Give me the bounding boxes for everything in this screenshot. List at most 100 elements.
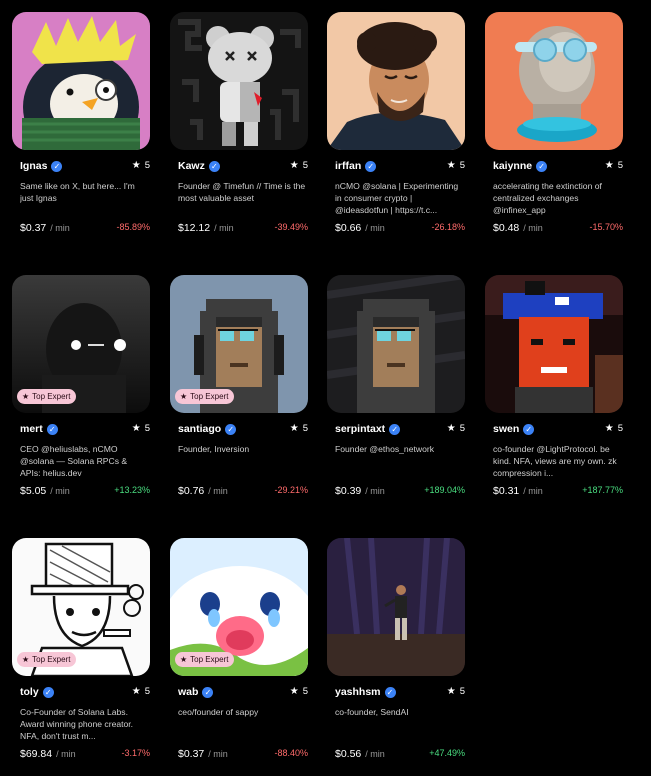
verified-icon: ✓ <box>208 160 220 172</box>
pixel-orca-hat-avatar-icon <box>485 275 623 413</box>
creator-name[interactable]: wab ✓ <box>178 686 214 698</box>
creator-name[interactable]: serpintaxt ✓ <box>335 423 401 435</box>
creator-bio: nCMO @solana | Experimenting in consumer… <box>335 181 459 215</box>
creator-name[interactable]: kaiynne ✓ <box>493 160 548 172</box>
creator-avatar[interactable] <box>485 12 623 150</box>
verified-icon: ✓ <box>202 686 214 698</box>
creator-card[interactable]: Ignas ✓ ★ 5 Same like on X, but here... … <box>0 0 150 250</box>
creator-name[interactable]: swen ✓ <box>493 423 535 435</box>
star-icon: ★ <box>289 423 299 434</box>
creator-card[interactable]: ★ Top Expert wab ✓ ★ 5 ceo/founder of sa… <box>158 526 308 776</box>
creator-bio: accelerating the extinction of centraliz… <box>493 181 602 215</box>
creator-price: $12.12/ min <box>178 222 234 234</box>
creator-name[interactable]: toly ✓ <box>20 686 54 698</box>
star-icon: ★ <box>446 423 456 434</box>
verified-icon: ✓ <box>389 423 401 435</box>
creator-card[interactable]: ★ Top Expert mert ✓ ★ 5 CEO @heliuslabs,… <box>0 263 150 513</box>
penguin-avatar-icon <box>12 12 150 150</box>
price-change: -26.18% <box>431 222 465 232</box>
creator-bio: Founder, Inversion <box>178 444 250 454</box>
star-icon: ★ <box>131 686 141 697</box>
creator-avatar[interactable] <box>327 12 465 150</box>
creator-bio: co-founder, SendAI <box>335 707 409 717</box>
creator-rating: ★ 5 <box>131 686 150 697</box>
star-icon: ★ <box>604 160 614 171</box>
creator-price: $0.76/ min <box>178 485 228 497</box>
star-icon: ★ <box>604 423 614 434</box>
creator-name[interactable]: Ignas ✓ <box>20 160 63 172</box>
creator-card[interactable]: ★ Top Expert toly ✓ ★ 5 Co-Founder of So… <box>0 526 150 776</box>
creator-avatar[interactable] <box>170 12 308 150</box>
creator-bio: Co-Founder of Solana Labs. Award winning… <box>20 707 134 741</box>
creator-rating: ★ 5 <box>446 686 465 697</box>
verified-icon: ✓ <box>523 423 535 435</box>
creator-rating: ★ 5 <box>446 423 465 434</box>
creator-bio: Founder @ Timefun // Time is the most va… <box>178 181 306 203</box>
verified-icon: ✓ <box>384 686 396 698</box>
illustrated-man-avatar-icon <box>327 12 465 150</box>
price-change: +47.49% <box>429 748 465 758</box>
creator-grid: Ignas ✓ ★ 5 Same like on X, but here... … <box>0 0 651 773</box>
creator-price: $0.37/ min <box>20 222 70 234</box>
creator-name[interactable]: irffan ✓ <box>335 160 377 172</box>
creator-rating: ★ 5 <box>604 423 623 434</box>
creator-avatar[interactable] <box>12 12 150 150</box>
creator-card[interactable]: irffan ✓ ★ 5 nCMO @solana | Experimentin… <box>315 0 465 250</box>
creator-avatar[interactable] <box>485 275 623 413</box>
price-change: -39.49% <box>274 222 308 232</box>
price-change: -3.17% <box>121 748 150 758</box>
star-icon: ★ <box>22 655 30 664</box>
creator-bio: co-founder @LightProtocol. be kind. NFA,… <box>493 444 617 478</box>
top-expert-badge: ★ Top Expert <box>17 652 77 667</box>
creator-rating: ★ 5 <box>289 160 308 171</box>
creator-rating: ★ 5 <box>131 160 150 171</box>
price-change: -15.70% <box>589 222 623 232</box>
verified-icon: ✓ <box>42 686 54 698</box>
verified-icon: ✓ <box>225 423 237 435</box>
stage-speaker-avatar-icon <box>327 538 465 676</box>
creator-rating: ★ 5 <box>289 423 308 434</box>
creator-card[interactable]: serpintaxt ✓ ★ 5 Founder @ethos_network … <box>315 263 465 513</box>
creator-avatar[interactable] <box>327 275 465 413</box>
verified-icon: ✓ <box>365 160 377 172</box>
star-icon: ★ <box>446 160 456 171</box>
creator-price: $0.31/ min <box>493 485 543 497</box>
top-expert-badge: ★ Top Expert <box>175 389 235 404</box>
price-change: +13.23% <box>114 485 150 495</box>
creator-name[interactable]: mert ✓ <box>20 423 58 435</box>
pixel-hoodie-dark-avatar-icon <box>327 275 465 413</box>
creator-card[interactable]: ★ Top Expert santiago ✓ ★ 5 Founder, Inv… <box>158 263 308 513</box>
creator-card[interactable]: swen ✓ ★ 5 co-founder @LightProtocol. be… <box>473 263 623 513</box>
star-icon: ★ <box>289 160 299 171</box>
creator-name[interactable]: santiago ✓ <box>178 423 237 435</box>
star-icon: ★ <box>180 655 188 664</box>
verified-icon: ✓ <box>51 160 63 172</box>
price-change: +189.04% <box>424 485 465 495</box>
creator-rating: ★ 5 <box>446 160 465 171</box>
creator-price: $0.56/ min <box>335 748 385 760</box>
price-change: -88.40% <box>274 748 308 758</box>
creator-rating: ★ 5 <box>604 160 623 171</box>
creator-name[interactable]: yashhsm ✓ <box>335 686 396 698</box>
creator-bio: Same like on X, but here... I'm just Ign… <box>20 181 135 203</box>
star-icon: ★ <box>131 160 141 171</box>
star-icon: ★ <box>446 686 456 697</box>
creator-rating: ★ 5 <box>289 686 308 697</box>
creator-avatar[interactable] <box>327 538 465 676</box>
price-change: +187.77% <box>582 485 623 495</box>
kaws-figure-avatar-icon <box>170 12 308 150</box>
creator-price: $0.48/ min <box>493 222 543 234</box>
creator-name[interactable]: Kawz ✓ <box>178 160 220 172</box>
creator-rating: ★ 5 <box>131 423 150 434</box>
creator-bio: ceo/founder of sappy <box>178 707 259 717</box>
verified-icon: ✓ <box>46 423 58 435</box>
creator-price: $0.66/ min <box>335 222 385 234</box>
creator-card[interactable]: kaiynne ✓ ★ 5 accelerating the extinctio… <box>473 0 623 250</box>
price-change: -85.89% <box>116 222 150 232</box>
creator-bio: CEO @heliuslabs, nCMO @solana — Solana R… <box>20 444 128 478</box>
creator-card[interactable]: yashhsm ✓ ★ 5 co-founder, SendAI $0.56/ … <box>315 526 465 776</box>
creator-price: $69.84/ min <box>20 748 76 760</box>
creator-card[interactable]: Kawz ✓ ★ 5 Founder @ Timefun // Time is … <box>158 0 308 250</box>
star-icon: ★ <box>289 686 299 697</box>
creator-bio: Founder @ethos_network <box>335 444 435 454</box>
